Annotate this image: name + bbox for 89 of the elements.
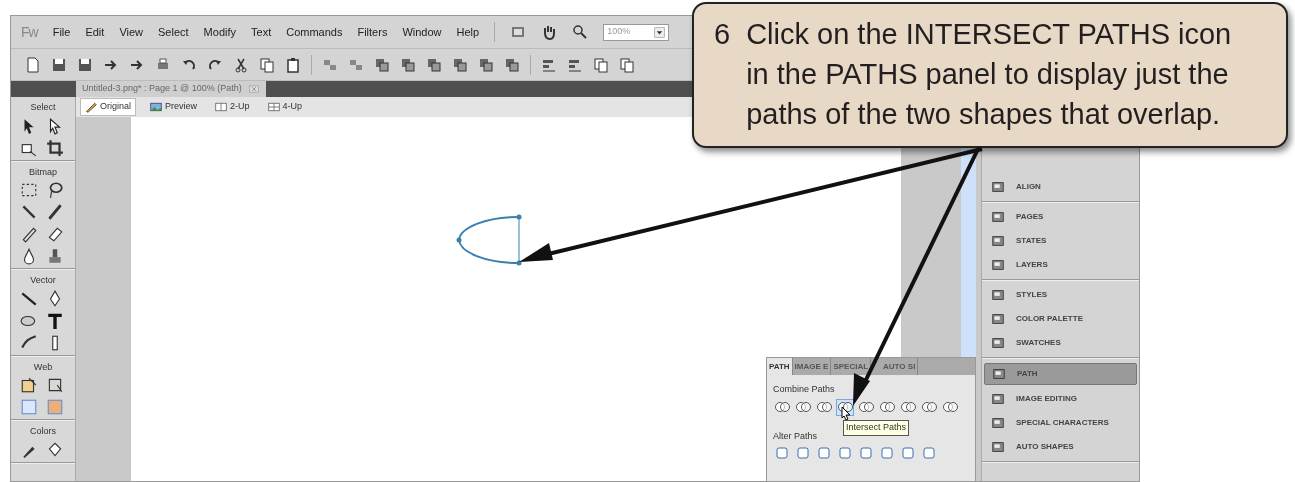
- stamp-icon[interactable]: [46, 247, 64, 265]
- alter-path-icon[interactable]: [878, 445, 896, 461]
- alter-path-icon[interactable]: [857, 445, 875, 461]
- scissors-icon[interactable]: [233, 56, 249, 73]
- app-logo: Fw: [21, 22, 38, 42]
- slice-icon[interactable]: [46, 376, 64, 394]
- menu-item[interactable]: Select: [158, 23, 189, 41]
- panel-dock-item[interactable]: AUTO SHAPES: [984, 437, 1137, 457]
- step-number: 6: [714, 17, 731, 52]
- eraser-icon[interactable]: [46, 225, 64, 243]
- panel-dock-item[interactable]: SWATCHES: [984, 333, 1137, 353]
- grid-view-icon: [267, 101, 280, 113]
- menu-item[interactable]: Filters: [357, 23, 388, 41]
- copy-icon[interactable]: [259, 56, 275, 73]
- panel-dock-item[interactable]: COLOR PALETTE: [984, 309, 1137, 329]
- alter-path-icon[interactable]: [794, 445, 812, 461]
- panel-dock-item[interactable]: STATES: [984, 231, 1137, 251]
- menu-item[interactable]: Window: [402, 23, 442, 41]
- panel-icon: [990, 288, 1006, 302]
- menu-item[interactable]: Commands: [286, 23, 343, 41]
- path-drawing: [454, 213, 524, 267]
- panel-icon: [990, 336, 1006, 350]
- crop-icon[interactable]: [46, 138, 64, 157]
- panel-icon: [990, 180, 1006, 194]
- panel-dock-item[interactable]: STYLES: [984, 285, 1137, 305]
- tool-section-title: Vector: [30, 274, 56, 287]
- alter-path-icon[interactable]: [836, 445, 854, 461]
- cursor-icon: [841, 406, 851, 420]
- panel-tab[interactable]: PATH: [767, 358, 793, 375]
- menu-item[interactable]: Help: [456, 23, 480, 41]
- panel-dock-item[interactable]: LAYERS: [984, 255, 1137, 275]
- text-icon[interactable]: [46, 311, 64, 330]
- caret-icon: [654, 26, 666, 38]
- menu-item[interactable]: View: [119, 23, 144, 41]
- panel-icon: [990, 234, 1006, 248]
- section-label: Alter Paths: [773, 430, 818, 441]
- clipboard-icon[interactable]: [285, 56, 301, 73]
- copy-icon[interactable]: [619, 56, 635, 73]
- menu-item[interactable]: Modify: [203, 23, 236, 41]
- menu-item[interactable]: Edit: [85, 23, 105, 41]
- marquee-icon[interactable]: [20, 181, 38, 199]
- view-tab[interactable]: Original: [80, 98, 136, 116]
- tool-section-title: Web: [33, 360, 53, 374]
- panel-icon: [991, 367, 1007, 381]
- tool-section-title: Select: [30, 101, 56, 114]
- panel-icon: [990, 258, 1006, 272]
- stacked-squares-icon[interactable]: [400, 56, 416, 73]
- stacked-squares-icon[interactable]: [478, 56, 494, 73]
- panel-dock-item[interactable]: SPECIAL CHARACTERS: [984, 413, 1137, 433]
- document-icon[interactable]: [25, 56, 41, 73]
- tool-section-title: Colors: [30, 425, 56, 438]
- view-tab[interactable]: 4-Up: [263, 99, 307, 115]
- panel-dock-item[interactable]: PAGES: [984, 207, 1137, 227]
- split-view-icon: [215, 101, 228, 113]
- copy-icon[interactable]: [593, 56, 609, 73]
- stacked-squares-icon[interactable]: [374, 56, 390, 73]
- alter-path-icon[interactable]: [920, 445, 938, 461]
- view-tab[interactable]: 2-Up: [211, 99, 254, 115]
- hand-icon[interactable]: [541, 24, 558, 40]
- bucket-icon[interactable]: [46, 440, 64, 459]
- wand-icon[interactable]: [20, 203, 38, 221]
- panel-icon: [990, 312, 1006, 326]
- pencil-icon: [85, 101, 97, 113]
- tooltip: Intersect Paths: [843, 420, 910, 436]
- panel-icon: [990, 416, 1006, 430]
- panel-dock-item[interactable]: ALIGN: [984, 177, 1137, 197]
- alter-path-icon[interactable]: [815, 445, 833, 461]
- search-icon[interactable]: [572, 24, 589, 40]
- stacked-squares-icon[interactable]: [452, 56, 468, 73]
- alter-path-icon[interactable]: [899, 445, 917, 461]
- menu-item[interactable]: Text: [251, 23, 272, 41]
- panel-icon: [990, 440, 1006, 454]
- stacked-squares-icon[interactable]: [504, 56, 520, 73]
- document-tab[interactable]: Untitled-3.png* : Page 1 @ 100% (Path): [76, 81, 266, 97]
- menu-item[interactable]: File: [52, 23, 71, 41]
- brush-icon[interactable]: [46, 203, 64, 221]
- tool-section-title: Bitmap: [29, 165, 57, 179]
- landscape-icon: [150, 101, 162, 113]
- pencil-icon[interactable]: [20, 225, 38, 243]
- view-mode-icon[interactable]: [510, 24, 527, 40]
- panel-icon: [990, 210, 1006, 224]
- hotspot-icon[interactable]: [20, 376, 38, 394]
- view-tab[interactable]: Preview: [146, 99, 202, 115]
- instruction-text: Click on the INTERSECT PATHS icon in the PATHS panel to display just the paths of the two shapes that overlap.: [746, 17, 1233, 132]
- stacked-squares-icon[interactable]: [426, 56, 442, 73]
- panel-dock-item[interactable]: IMAGE EDITING: [984, 389, 1137, 409]
- panel-icon: [990, 392, 1006, 406]
- alter-path-icon[interactable]: [773, 445, 791, 461]
- section-label: Combine Paths: [773, 384, 835, 394]
